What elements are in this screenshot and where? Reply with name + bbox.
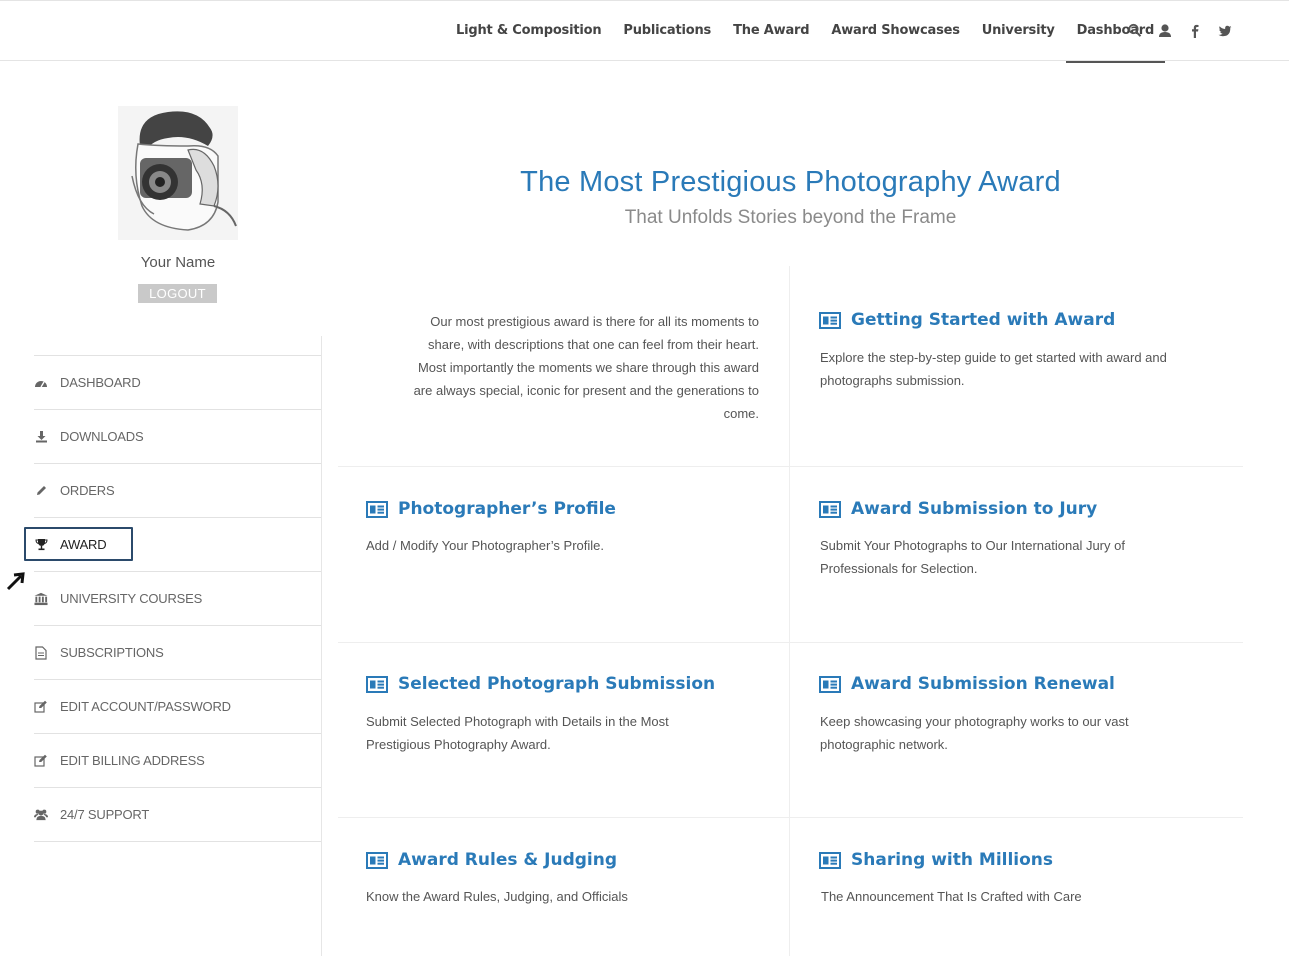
- main-nav: Light & Composition Publications The Awa…: [445, 1, 1166, 63]
- nav-university[interactable]: University: [971, 1, 1066, 62]
- sidebar-item-orders[interactable]: ORDERS: [34, 463, 321, 517]
- twitter-icon[interactable]: [1218, 23, 1232, 39]
- award-cards-grid: Our most prestigious award is there for …: [338, 266, 1243, 956]
- edit-icon: [34, 700, 48, 714]
- nav-icons: [1128, 23, 1232, 39]
- sidebar-item-label: DASHBOARD: [60, 375, 141, 390]
- sidebar-item-university-courses[interactable]: UNIVERSITY COURSES: [34, 571, 321, 625]
- card-getting-started-title[interactable]: Getting Started with Award: [819, 310, 1115, 330]
- top-navbar: Light & Composition Publications The Awa…: [0, 0, 1289, 63]
- id-card-icon: [366, 675, 388, 693]
- card-award-submission-jury-desc: Submit Your Photographs to Our Internati…: [820, 538, 1125, 576]
- facebook-icon[interactable]: [1188, 23, 1202, 39]
- download-icon: [34, 430, 48, 444]
- sidebar-item-label: SUBSCRIPTIONS: [60, 645, 164, 660]
- page-title: The Most Prestigious Photography Award: [520, 166, 1061, 198]
- card-award-rules-desc: Know the Award Rules, Judging, and Offic…: [366, 889, 628, 904]
- logout-button[interactable]: LOGOUT: [138, 284, 217, 303]
- card-award-submission-jury-title[interactable]: Award Submission to Jury: [819, 499, 1097, 519]
- sidebar-item-label: EDIT BILLING ADDRESS: [60, 753, 205, 768]
- users-icon: [34, 808, 48, 822]
- card-selected-photograph-title[interactable]: Selected Photograph Submission: [366, 674, 715, 694]
- sidebar-item-dashboard[interactable]: DASHBOARD: [34, 355, 321, 409]
- card-photographer-profile-title[interactable]: Photographer’s Profile: [366, 499, 616, 519]
- id-card-icon: [819, 500, 841, 518]
- sidebar-divider: [321, 336, 322, 956]
- card-award-renewal-title[interactable]: Award Submission Renewal: [819, 674, 1115, 694]
- edit-icon: [34, 754, 48, 768]
- id-card-icon: [366, 500, 388, 518]
- sidebar-item-award[interactable]: AWARD: [24, 517, 321, 571]
- card-title-text: Photographer’s Profile: [398, 499, 616, 519]
- card-photographer-profile-desc: Add / Modify Your Photographer’s Profile…: [366, 538, 604, 553]
- sidebar-item-edit-billing[interactable]: EDIT BILLING ADDRESS: [34, 733, 321, 787]
- card-award-renewal-desc: Keep showcasing your photography works t…: [820, 714, 1129, 752]
- document-icon: [34, 645, 48, 660]
- card-title-text: Sharing with Millions: [851, 850, 1054, 870]
- nav-light-composition[interactable]: Light & Composition: [445, 1, 612, 62]
- card-getting-started-desc: Explore the step-by-step guide to get st…: [820, 350, 1167, 388]
- card-selected-photograph-desc: Submit Selected Photograph with Details …: [366, 714, 669, 752]
- card-title-text: Award Rules & Judging: [398, 850, 617, 870]
- pencil-icon: [34, 484, 48, 498]
- search-icon[interactable]: [1128, 23, 1142, 39]
- card-title-text: Award Submission to Jury: [851, 499, 1098, 519]
- dashboard-icon: [34, 376, 48, 390]
- card-sharing-millions-title[interactable]: Sharing with Millions: [819, 850, 1053, 870]
- sidebar-item-label: EDIT ACCOUNT/PASSWORD: [60, 699, 231, 714]
- grid-row-divider: [338, 817, 1243, 818]
- profile-name: Your Name: [140, 254, 216, 271]
- id-card-icon: [366, 851, 388, 869]
- id-card-icon: [819, 311, 841, 329]
- mouse-cursor-icon: [6, 571, 26, 596]
- sidebar-item-edit-account[interactable]: EDIT ACCOUNT/PASSWORD: [34, 679, 321, 733]
- id-card-icon: [819, 851, 841, 869]
- card-sharing-millions-desc: The Announcement That Is Crafted with Ca…: [821, 889, 1082, 904]
- sidebar-menu: DASHBOARD DOWNLOADS ORDERS AWARD UNIVERS…: [24, 355, 321, 842]
- id-card-icon: [819, 675, 841, 693]
- card-title-text: Selected Photograph Submission: [398, 674, 716, 694]
- page-subtitle: That Unfolds Stories beyond the Frame: [624, 207, 957, 228]
- card-title-text: Getting Started with Award: [851, 310, 1116, 330]
- grid-row-divider: [338, 642, 1243, 643]
- sidebar-item-label: 24/7 SUPPORT: [60, 807, 150, 822]
- grid-vertical-divider: [789, 266, 790, 956]
- nav-the-award[interactable]: The Award: [722, 1, 820, 62]
- card-title-text: Award Submission Renewal: [851, 674, 1115, 694]
- avatar: [118, 106, 238, 240]
- sidebar-item-downloads[interactable]: DOWNLOADS: [34, 409, 321, 463]
- sidebar-item-label: DOWNLOADS: [60, 429, 144, 444]
- institution-icon: [34, 592, 48, 606]
- sidebar-item-subscriptions[interactable]: SUBSCRIPTIONS: [34, 625, 321, 679]
- card-award-rules-title[interactable]: Award Rules & Judging: [366, 850, 617, 870]
- sidebar-item-label: UNIVERSITY COURSES: [60, 591, 203, 606]
- nav-publications[interactable]: Publications: [612, 1, 722, 62]
- active-item-highlight: [24, 527, 133, 561]
- intro-text: Our most prestigious award is there for …: [413, 314, 759, 421]
- nav-award-showcases[interactable]: Award Showcases: [820, 1, 970, 62]
- sidebar-item-support[interactable]: 24/7 SUPPORT: [34, 787, 321, 842]
- grid-row-divider: [338, 466, 1243, 467]
- sidebar-item-label: ORDERS: [60, 483, 115, 498]
- user-icon[interactable]: [1158, 23, 1172, 39]
